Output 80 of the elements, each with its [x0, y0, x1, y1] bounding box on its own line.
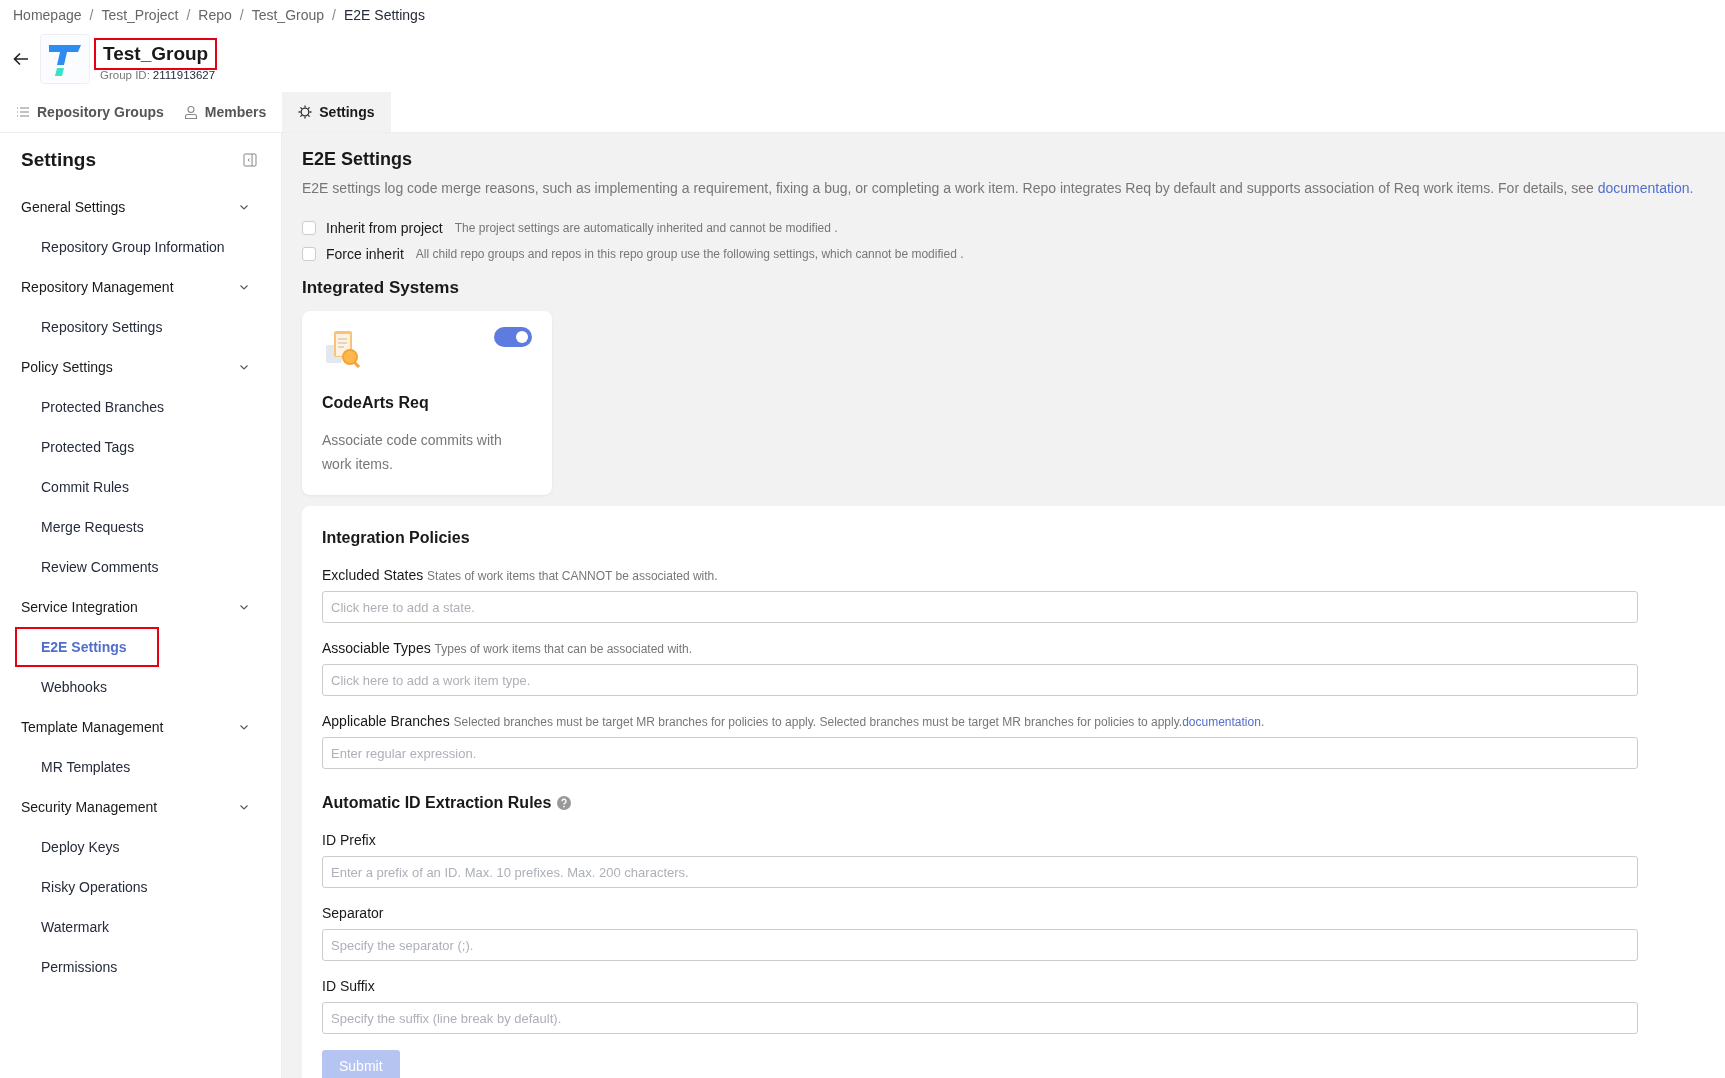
sidebar-item[interactable]: E2E Settings: [17, 629, 157, 665]
sidebar-item[interactable]: Protected Tags: [41, 439, 135, 455]
sidebar-item[interactable]: Repository Group Information: [41, 239, 225, 255]
documentation-link[interactable]: documentation: [1182, 715, 1261, 729]
page-title: E2E Settings: [302, 148, 414, 171]
sidebar-group[interactable]: Template Management: [0, 707, 281, 747]
system-description: Associate code commits with work items.: [322, 431, 503, 474]
option-hint: All child repo groups and repos in this repo group use the following settings, which cannot be modified .: [415, 247, 964, 261]
checkbox[interactable]: [302, 221, 316, 235]
sidebar-group[interactable]: General Settings: [0, 187, 281, 227]
chevron-icon: [239, 802, 249, 812]
tab[interactable]: Repository Groups: [12, 92, 180, 132]
group-logo-icon: [40, 34, 90, 84]
sidebar-item[interactable]: Protected Branches: [41, 399, 164, 415]
group-title: Test_Group: [94, 37, 218, 70]
sidebar-item[interactable]: MR Templates: [41, 759, 131, 775]
chevron-icon: [239, 722, 249, 732]
sidebar-title: Settings: [21, 149, 96, 171]
section-title: Integration Policies: [322, 528, 471, 548]
page-description: E2E settings log code merge reasons, such as implementing a requirement, fixing a bug, or completing a work item. Repo integrates Req by default and supports association of Req work items. For details, see documentation.: [302, 179, 1695, 197]
help-icon[interactable]: [557, 796, 572, 810]
sidebar-group[interactable]: Policy Settings: [0, 347, 281, 387]
field-hint: Types of work items that can be associated with.: [434, 642, 693, 656]
breadcrumb-current: E2E Settings: [343, 7, 425, 23]
breadcrumb-separator: /: [332, 7, 336, 23]
breadcrumb-link[interactable]: Test_Project: [101, 7, 179, 23]
system-name: CodeArts Req: [322, 394, 430, 412]
field-label: ID Prefix: [322, 832, 376, 848]
option-hint: The project settings are automatically inherited and cannot be modified .: [454, 221, 838, 235]
breadcrumb-link[interactable]: Homepage: [13, 7, 82, 23]
list-icon: [16, 105, 30, 119]
text-field[interactable]: Specify the separator (;).: [322, 929, 1638, 961]
checkbox-label: Inherit from project: [326, 220, 443, 236]
sidebar-item[interactable]: Repository Settings: [41, 319, 163, 335]
breadcrumb-link[interactable]: Test_Group: [251, 7, 325, 23]
field-label: Applicable Branches: [322, 713, 450, 729]
field-label: Separator: [322, 905, 384, 921]
chevron-icon: [239, 602, 249, 612]
settings-icon: [298, 105, 313, 119]
checkbox[interactable]: [302, 247, 316, 261]
breadcrumb-separator: /: [239, 7, 244, 23]
field-hint: Selected branches must be target MR branches for policies to apply. Selected branches must be target MR branches for policies to apply.documentation.: [453, 715, 1265, 729]
breadcrumb-link[interactable]: Repo: [198, 7, 232, 23]
checkbox-label: Force inherit: [326, 246, 404, 262]
tab[interactable]: Settings: [282, 92, 391, 132]
person-icon: [183, 105, 198, 119]
section-title: Integrated Systems: [302, 277, 460, 299]
sidebar-item[interactable]: Risky Operations: [41, 879, 148, 895]
sidebar-item[interactable]: Deploy Keys: [41, 839, 120, 855]
sidebar-item[interactable]: Merge Requests: [41, 519, 144, 535]
field-label: Excluded States: [322, 567, 424, 583]
sidebar-item[interactable]: Commit Rules: [41, 479, 129, 495]
chevron-icon: [239, 362, 249, 372]
sidebar-group[interactable]: Repository Management: [0, 267, 281, 307]
sidebar-group[interactable]: Service Integration: [0, 587, 281, 627]
toggle-switch[interactable]: [494, 327, 532, 347]
text-field[interactable]: Click here to add a work item type.: [322, 664, 1638, 696]
collapse-sidebar-icon[interactable]: [243, 153, 257, 167]
section-title: Automatic ID Extraction Rules: [322, 793, 552, 813]
text-field[interactable]: Enter regular expression.: [322, 737, 1638, 769]
back-arrow-icon[interactable]: [12, 50, 30, 68]
sidebar-item[interactable]: Review Comments: [41, 559, 159, 575]
text-field[interactable]: Enter a prefix of an ID. Max. 10 prefixes. Max. 200 characters.: [322, 856, 1638, 888]
sidebar-group[interactable]: Security Management: [0, 787, 281, 827]
chevron-icon: [239, 202, 249, 212]
field-label: Associable Types: [322, 640, 431, 656]
text-field[interactable]: Specify the suffix (line break by default).: [322, 1002, 1638, 1034]
documentation-link[interactable]: documentation: [1597, 180, 1690, 196]
sidebar-item[interactable]: Watermark: [41, 919, 109, 935]
tab[interactable]: Members: [179, 92, 283, 132]
field-label: ID Suffix: [322, 978, 375, 994]
sidebar-item[interactable]: Webhooks: [41, 679, 107, 695]
breadcrumb-separator: /: [186, 7, 191, 23]
group-id-label: Group ID:: [100, 68, 150, 81]
chevron-icon: [239, 282, 249, 292]
breadcrumb-separator: /: [89, 7, 94, 23]
text-field[interactable]: Click here to add a state.: [322, 591, 1638, 623]
field-hint: States of work items that CANNOT be associated with.: [427, 569, 718, 583]
sidebar-item[interactable]: Permissions: [41, 959, 118, 975]
group-id-value: 2111913627: [152, 68, 216, 81]
